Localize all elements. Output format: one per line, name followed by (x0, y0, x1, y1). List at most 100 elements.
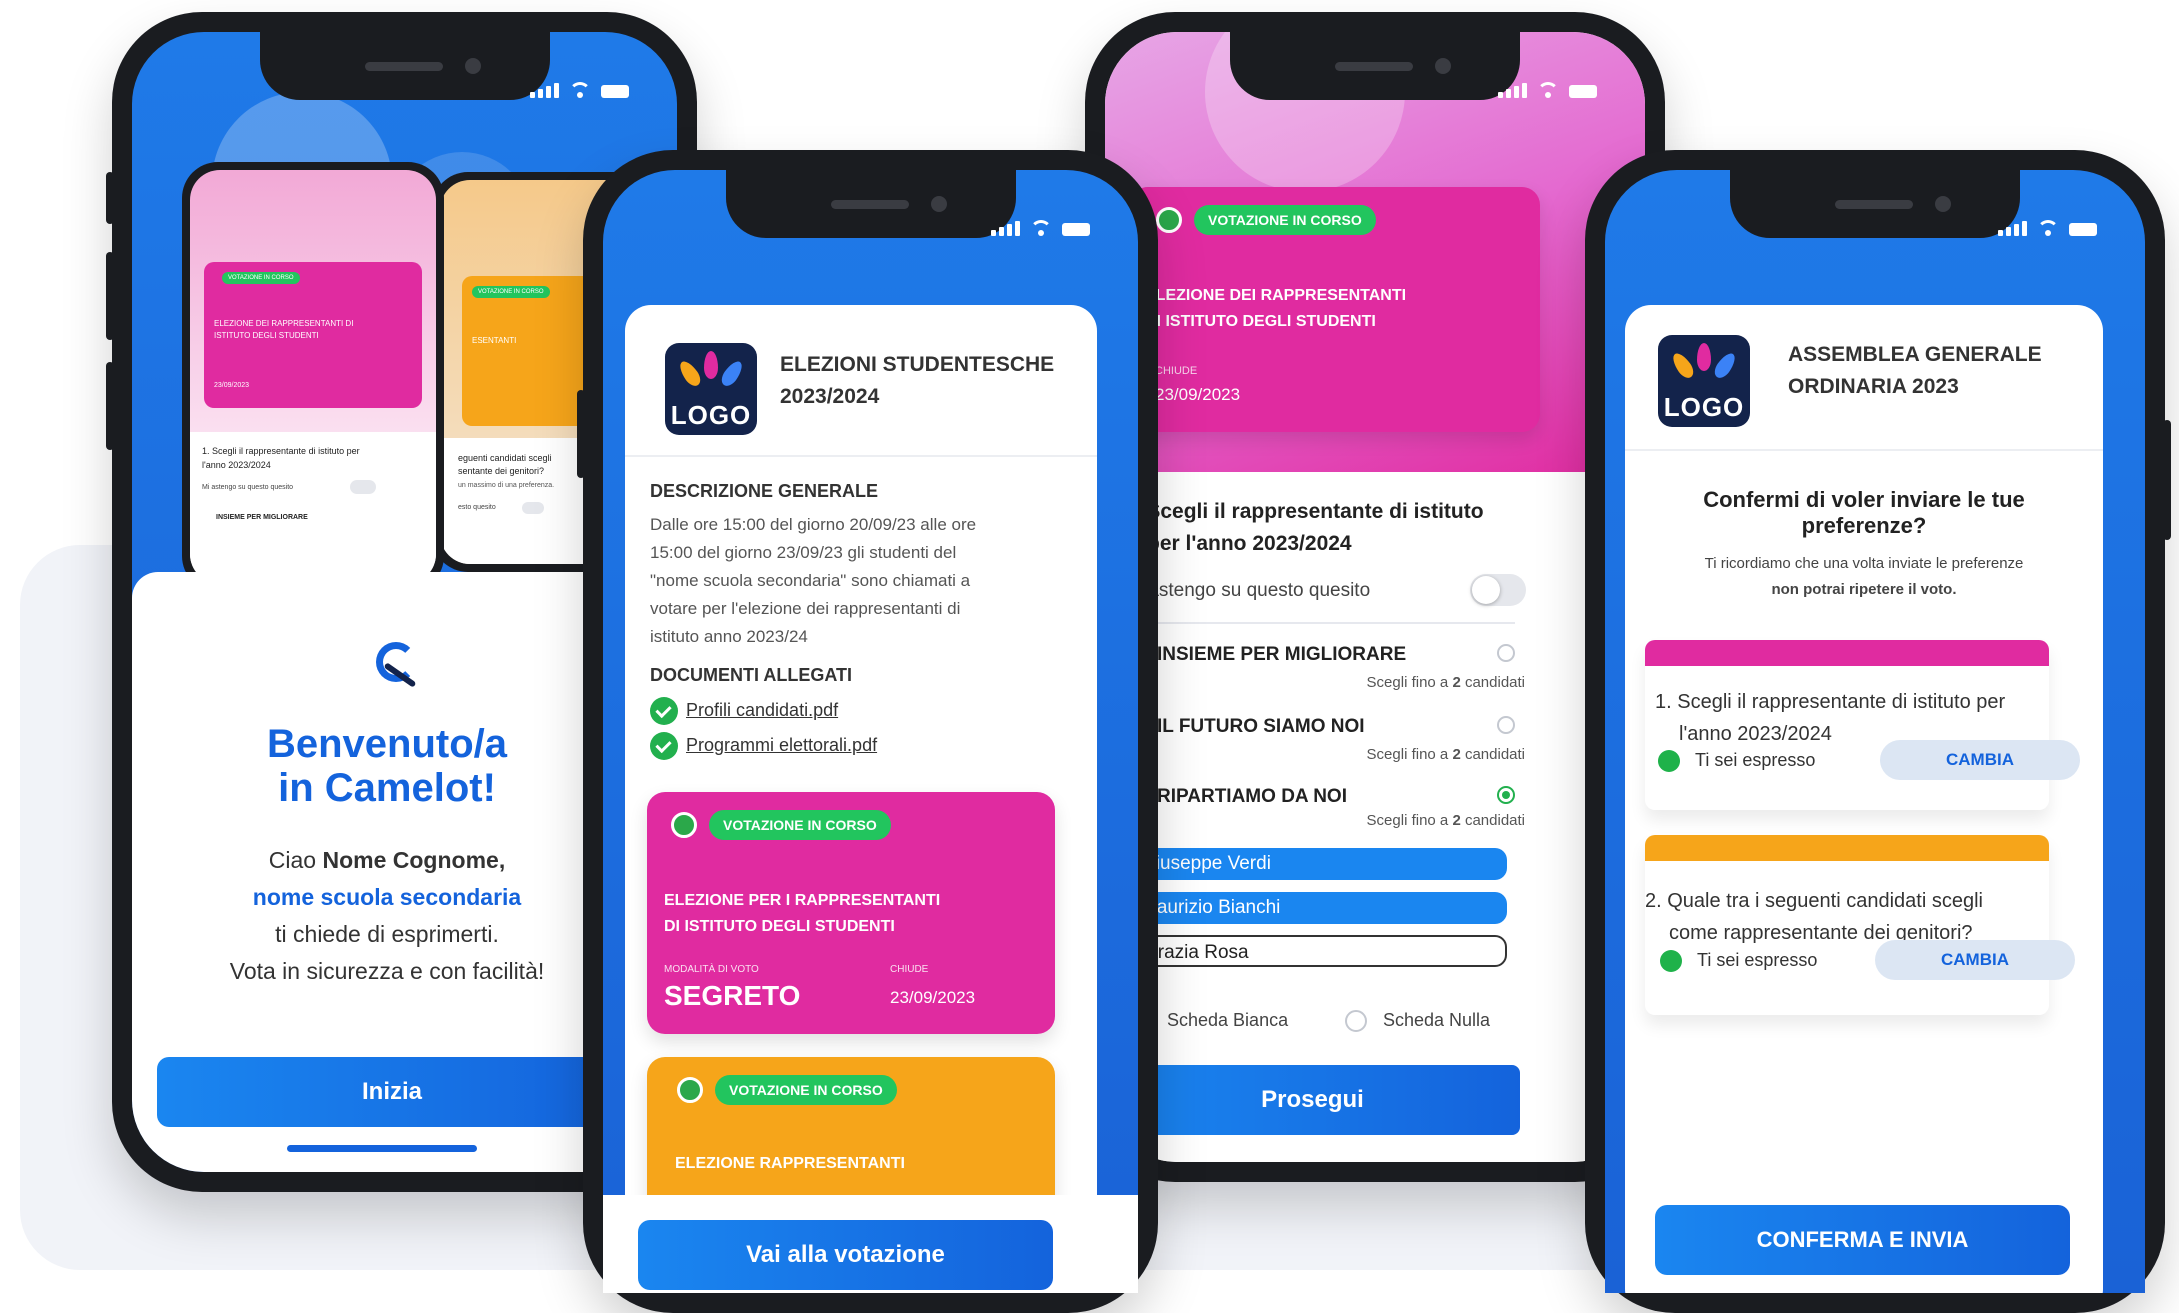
list-radio-selected[interactable] (1497, 786, 1515, 804)
doc-link[interactable]: Profili candidati.pdf (650, 697, 838, 725)
phone-screen: LOGO ELEZIONI STUDENTESCHE 2023/2024 DES… (603, 170, 1138, 1293)
divider (1115, 622, 1515, 624)
welcome-line3: ti chiede di esprimerti. (275, 921, 499, 947)
mini-pill: VOTAZIONE IN CORSO (222, 272, 300, 284)
close-label: CHIUDE (1155, 365, 1198, 377)
confirm-send-button[interactable]: CONFERMA E INVIA (1655, 1205, 2070, 1275)
greeting: Ciao (268, 847, 317, 873)
logo-text: LOGO (1663, 392, 1745, 422)
magenta-bar (1645, 640, 2049, 666)
school-name: nome scuola secondaria (252, 884, 522, 910)
card-title-1: ELEZIONE PER I RAPPRESENTANTI (664, 892, 941, 909)
mode-label: MODALITÀ DI VOTO (664, 964, 759, 975)
mini-toggle (522, 502, 544, 514)
abstain-toggle[interactable] (1470, 574, 1526, 606)
list-radio[interactable] (1497, 716, 1515, 734)
phone-screen: LOGO ASSEMBLEA GENERALE ORDINARIA 2023 C… (1605, 170, 2145, 1293)
election-detail-card: LOGO ELEZIONI STUDENTESCHE 2023/2024 DES… (625, 305, 1097, 1293)
battery-icon (1062, 223, 1090, 236)
user-name: Nome Cognome, (322, 847, 506, 873)
mini-question: 1. Scegli il rappresentante di istituto … (202, 446, 360, 470)
docs-heading: DOCUMENTI ALLEGATI (650, 665, 852, 685)
logo-text: LOGO (670, 400, 752, 430)
mini-title: ELEZIONE DEI RAPPRESENTANTI DI ISTITUTO … (214, 319, 354, 340)
doc-link[interactable]: Programmi elettorali.pdf (650, 732, 877, 760)
divider (625, 455, 1097, 457)
divider (1625, 449, 2103, 451)
wifi-icon (1030, 220, 1052, 236)
candidate-selected[interactable]: Maurizio Bianchi (1115, 892, 1507, 924)
summary-item: 1. Scegli il rappresentante di istituto … (1645, 640, 2049, 810)
list-item[interactable]: RIPARTIAMO DA NOI Scegli fino a 2 candid… (1105, 786, 1525, 842)
list-note: Scegli fino a 2 candidati (1366, 812, 1525, 829)
status-pill: VOTAZIONE IN CORSO (1194, 205, 1376, 235)
status-pill: VOTAZIONE IN CORSO (715, 1075, 897, 1105)
status-pill: VOTAZIONE IN CORSO (709, 810, 891, 840)
notch (725, 170, 1016, 238)
mini-abstain: esto quesito (458, 504, 496, 511)
election-card-magenta[interactable]: VOTAZIONE IN CORSO ELEZIONE PER I RAPPRE… (647, 792, 1055, 1034)
mini-question: eguenti candidati scegli sentante dei ge… (458, 453, 552, 476)
list-note: Scegli fino a 2 candidati (1366, 674, 1525, 691)
phone-confirm: LOGO ASSEMBLEA GENERALE ORDINARIA 2023 C… (1585, 150, 2171, 1313)
wifi-icon (1537, 82, 1559, 98)
go-to-vote-button[interactable]: Vai alla votazione (638, 1220, 1053, 1290)
continue-button[interactable]: Prosegui (1105, 1065, 1520, 1135)
election-title: ELEZIONI STUDENTESCHE 2023/2024 (780, 349, 1054, 413)
change-button[interactable]: CAMBIA (1880, 740, 2080, 780)
question-line2: per l'anno 2023/2024 (1147, 532, 1352, 555)
signal-icon (1498, 83, 1527, 98)
ballot-panel: 1. Scegli il rappresentante di istituto … (1105, 472, 1645, 1162)
status-bar (1498, 82, 1597, 98)
status-ring-icon (1156, 207, 1182, 233)
mini-date: 23/09/2023 (214, 382, 250, 389)
side-button (106, 172, 114, 224)
mini-abstain: Mi astengo su questo quesito (202, 484, 294, 491)
candidate-selected[interactable]: Giuseppe Verdi (1115, 848, 1507, 880)
mini-option: INSIEME PER MIGLIORARE (216, 514, 308, 521)
list-name: RIPARTIAMO DA NOI (1157, 786, 1347, 807)
status-ring-icon (671, 812, 697, 838)
list-note: Scegli fino a 2 candidati (1366, 746, 1525, 763)
card-title: ELEZIONE RAPPRESENTANTI (675, 1155, 905, 1172)
list-item[interactable]: IL FUTURO SIAMO NOI Scegli fino a 2 cand… (1105, 716, 1525, 772)
welcome-text: Ciao Nome Cognome, nome scuola secondari… (132, 842, 642, 990)
mini-pill: VOTAZIONE IN CORSO (472, 286, 550, 298)
confirm-question: Confermi di voler inviare le tue preferen… (1703, 487, 2025, 538)
side-button (577, 390, 585, 478)
list-radio[interactable] (1497, 644, 1515, 662)
signal-icon (991, 221, 1020, 236)
expressed-label: Ti sei espresso (1695, 750, 1816, 770)
change-button[interactable]: CAMBIA (1875, 940, 2075, 980)
wifi-icon (569, 82, 591, 98)
start-button[interactable]: Inizia (157, 1057, 627, 1127)
list-item[interactable]: INSIEME PER MIGLIORARE Scegli fino a 2 c… (1105, 644, 1525, 700)
welcome-line4: Vota in sicurezza e con facilità! (229, 958, 545, 984)
home-indicator (287, 1145, 477, 1152)
assembly-title-2: ORDINARIA 2023 (1788, 375, 1959, 398)
assembly-title: ASSEMBLEA GENERALE ORDINARIA 2023 (1788, 339, 2042, 403)
desc-text: Dalle ore 15:00 del giorno 20/09/23 alle… (650, 515, 977, 646)
camelot-logo-icon (372, 638, 424, 690)
question-title: 1. Scegli il rappresentante di istituto … (1123, 496, 1484, 560)
org-logo: LOGO (1658, 335, 1750, 427)
signal-icon (1998, 221, 2027, 236)
blank-label: Scheda Bianca (1167, 1010, 1289, 1030)
mini-phone-left: VOTAZIONE IN CORSO ELEZIONE DEI RAPPRESE… (182, 162, 444, 592)
list-name: INSIEME PER MIGLIORARE (1157, 644, 1407, 665)
abstain-label: Mi astengo su questo quesito (1123, 580, 1371, 601)
notch (259, 32, 550, 100)
phone-ballot: VOTAZIONE IN CORSO ELEZIONE DEI RAPPRESE… (1085, 12, 1671, 1182)
expressed-dot-icon (1660, 950, 1682, 972)
desc-heading: DESCRIZIONE GENERALE (650, 481, 879, 501)
candidate[interactable]: Grazia Rosa (1115, 935, 1507, 967)
election-card[interactable]: VOTAZIONE IN CORSO ELEZIONE DEI RAPPRESE… (1130, 187, 1540, 432)
list-name: IL FUTURO SIAMO NOI (1157, 716, 1365, 737)
election-card-orange[interactable]: VOTAZIONE IN CORSO ELEZIONE RAPPRESENTAN… (647, 1057, 1055, 1217)
expressed-label: Ti sei espresso (1697, 950, 1818, 970)
null-radio[interactable] (1345, 1010, 1367, 1032)
phone-election-detail: LOGO ELEZIONI STUDENTESCHE 2023/2024 DES… (577, 150, 1158, 1313)
battery-icon (2069, 223, 2097, 236)
notch (1730, 170, 2020, 238)
battery-icon (601, 85, 629, 98)
